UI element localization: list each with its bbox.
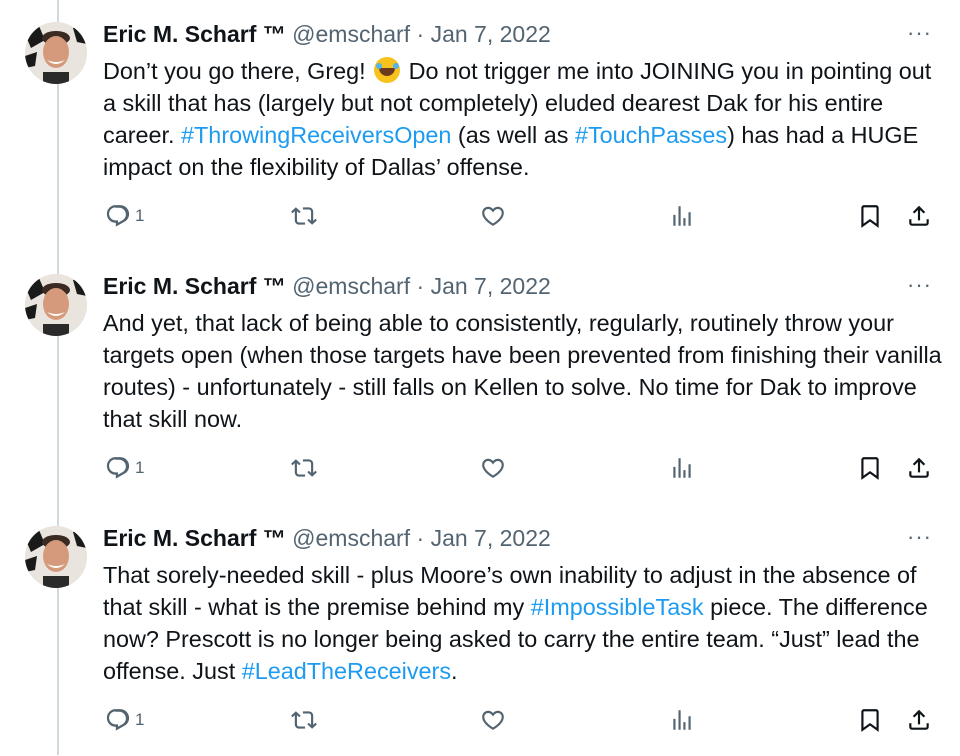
reply-button[interactable]: 1 [105, 452, 144, 484]
like-button[interactable] [480, 704, 506, 736]
tweet[interactable]: Eric M. Scharf ™ @emscharf · Jan 7, 2022… [0, 0, 960, 252]
tweet-date[interactable]: Jan 7, 2022 [431, 21, 551, 47]
avatar[interactable] [25, 22, 87, 84]
share-button[interactable] [906, 704, 932, 736]
retweet-icon [291, 459, 317, 477]
like-button[interactable] [480, 200, 506, 232]
more-options-icon[interactable]: ··· [907, 20, 932, 46]
tweet[interactable]: Eric M. Scharf ™ @emscharf · Jan 7, 2022… [0, 504, 960, 756]
retweet-button[interactable] [291, 200, 317, 232]
bookmark-button[interactable] [857, 452, 883, 484]
author-name[interactable]: Eric M. Scharf ™ [103, 525, 286, 551]
tweet-header: Eric M. Scharf ™ @emscharf · Jan 7, 2022 [103, 271, 551, 301]
views-button[interactable] [669, 200, 695, 232]
like-icon [482, 710, 504, 730]
retweet-button[interactable] [291, 704, 317, 736]
reply-count: 1 [135, 710, 145, 729]
views-icon [673, 206, 691, 226]
retweet-icon [291, 711, 317, 729]
tweet-text: Don’t you go there, Greg! Do not trigger… [103, 55, 943, 183]
author-handle[interactable]: @emscharf [292, 525, 410, 551]
tweet-text-segment: (as well as [451, 122, 575, 148]
views-icon [673, 458, 691, 478]
bookmark-icon [861, 457, 879, 480]
hashtag-link[interactable]: #TouchPasses [575, 122, 727, 148]
share-icon [909, 205, 929, 226]
share-button[interactable] [906, 200, 932, 232]
separator-dot: · [416, 21, 425, 47]
tweet-actions: 1 [0, 704, 960, 736]
separator-dot: · [416, 273, 425, 299]
share-icon [909, 457, 929, 478]
tweet-actions: 1 [0, 452, 960, 484]
tweet-text: And yet, that lack of being able to cons… [103, 307, 943, 435]
tweet-date[interactable]: Jan 7, 2022 [431, 273, 551, 299]
hashtag-link[interactable]: #LeadTheReceivers [242, 658, 451, 684]
tweet-text-segment: . [451, 658, 458, 684]
author-name[interactable]: Eric M. Scharf ™ [103, 21, 286, 47]
reply-button[interactable]: 1 [105, 704, 144, 736]
reply-button[interactable]: 1 [105, 200, 144, 232]
tweet[interactable]: Eric M. Scharf ™ @emscharf · Jan 7, 2022… [0, 252, 960, 504]
views-icon [673, 710, 691, 730]
hashtag-link[interactable]: #ImpossibleTask [531, 594, 704, 620]
avatar[interactable] [25, 526, 87, 588]
retweet-icon [291, 207, 317, 225]
more-options-icon[interactable]: ··· [907, 524, 932, 550]
bookmark-button[interactable] [857, 200, 883, 232]
views-button[interactable] [669, 452, 695, 484]
reply-icon [106, 205, 130, 227]
rolling-on-floor-laughing-emoji-icon [374, 57, 401, 83]
tweet-date[interactable]: Jan 7, 2022 [431, 525, 551, 551]
bookmark-icon [861, 205, 879, 228]
tweet-text-segment: And yet, that lack of being able to cons… [103, 310, 942, 432]
hashtag-link[interactable]: #ThrowingReceiversOpen [181, 122, 451, 148]
author-handle[interactable]: @emscharf [292, 21, 410, 47]
bookmark-button[interactable] [857, 704, 883, 736]
bookmark-icon [861, 709, 879, 732]
like-icon [482, 206, 504, 226]
reply-count: 1 [135, 206, 145, 225]
tweet-actions: 1 [0, 200, 960, 232]
like-button[interactable] [480, 452, 506, 484]
separator-dot: · [416, 525, 425, 551]
like-icon [482, 458, 504, 478]
views-button[interactable] [669, 704, 695, 736]
more-options-icon[interactable]: ··· [907, 272, 932, 298]
reply-count: 1 [135, 458, 145, 477]
share-icon [909, 709, 929, 730]
retweet-button[interactable] [291, 452, 317, 484]
author-name[interactable]: Eric M. Scharf ™ [103, 273, 286, 299]
reply-icon [106, 457, 130, 479]
tweet-header: Eric M. Scharf ™ @emscharf · Jan 7, 2022 [103, 19, 551, 49]
tweet-text-segment: Don’t you go there, Greg! [103, 58, 373, 84]
tweet-text: That sorely-needed skill - plus Moore’s … [103, 559, 943, 687]
avatar[interactable] [25, 274, 87, 336]
reply-icon [106, 709, 130, 731]
author-handle[interactable]: @emscharf [292, 273, 410, 299]
share-button[interactable] [906, 452, 932, 484]
tweet-header: Eric M. Scharf ™ @emscharf · Jan 7, 2022 [103, 523, 551, 553]
